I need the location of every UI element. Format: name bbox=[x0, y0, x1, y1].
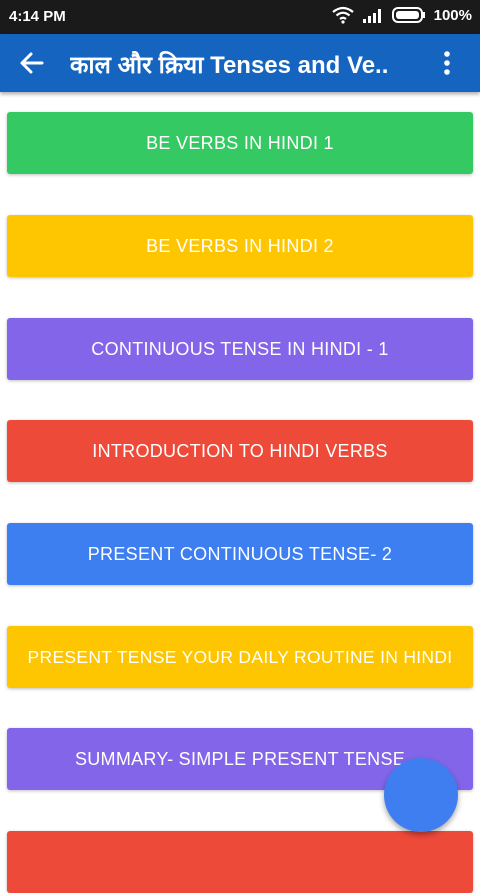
lesson-button[interactable]: CONTINUOUS TENSE IN HINDI - 1 bbox=[7, 318, 473, 380]
arrow-back-icon[interactable] bbox=[18, 49, 46, 77]
battery-icon bbox=[391, 7, 425, 23]
battery-percent: 100% bbox=[433, 6, 472, 24]
wifi-icon bbox=[331, 6, 354, 24]
lesson-button[interactable]: PRESENT TENSE YOUR DAILY ROUTINE IN HIND… bbox=[7, 626, 473, 688]
lesson-button[interactable]: INTRODUCTION TO HINDI VERBS bbox=[7, 420, 473, 482]
status-time: 4:14 PM bbox=[9, 8, 66, 25]
status-icons: 100% bbox=[331, 6, 472, 24]
lesson-button[interactable]: BE VERBS IN HINDI 2 bbox=[7, 215, 473, 277]
floating-action-button[interactable] bbox=[384, 758, 458, 832]
app-toolbar: काल और क्रिया Tenses and Ve.. bbox=[0, 34, 480, 92]
lesson-button[interactable] bbox=[7, 831, 473, 893]
signal-icon bbox=[362, 9, 381, 23]
lesson-button[interactable]: PRESENT CONTINUOUS TENSE- 2 bbox=[7, 523, 473, 585]
more-vert-icon[interactable] bbox=[434, 49, 460, 77]
status-bar: 4:14 PM 100% bbox=[0, 0, 480, 34]
page-title: काल और क्रिया Tenses and Ve.. bbox=[70, 52, 389, 79]
lesson-button[interactable]: BE VERBS IN HINDI 1 bbox=[7, 112, 473, 174]
